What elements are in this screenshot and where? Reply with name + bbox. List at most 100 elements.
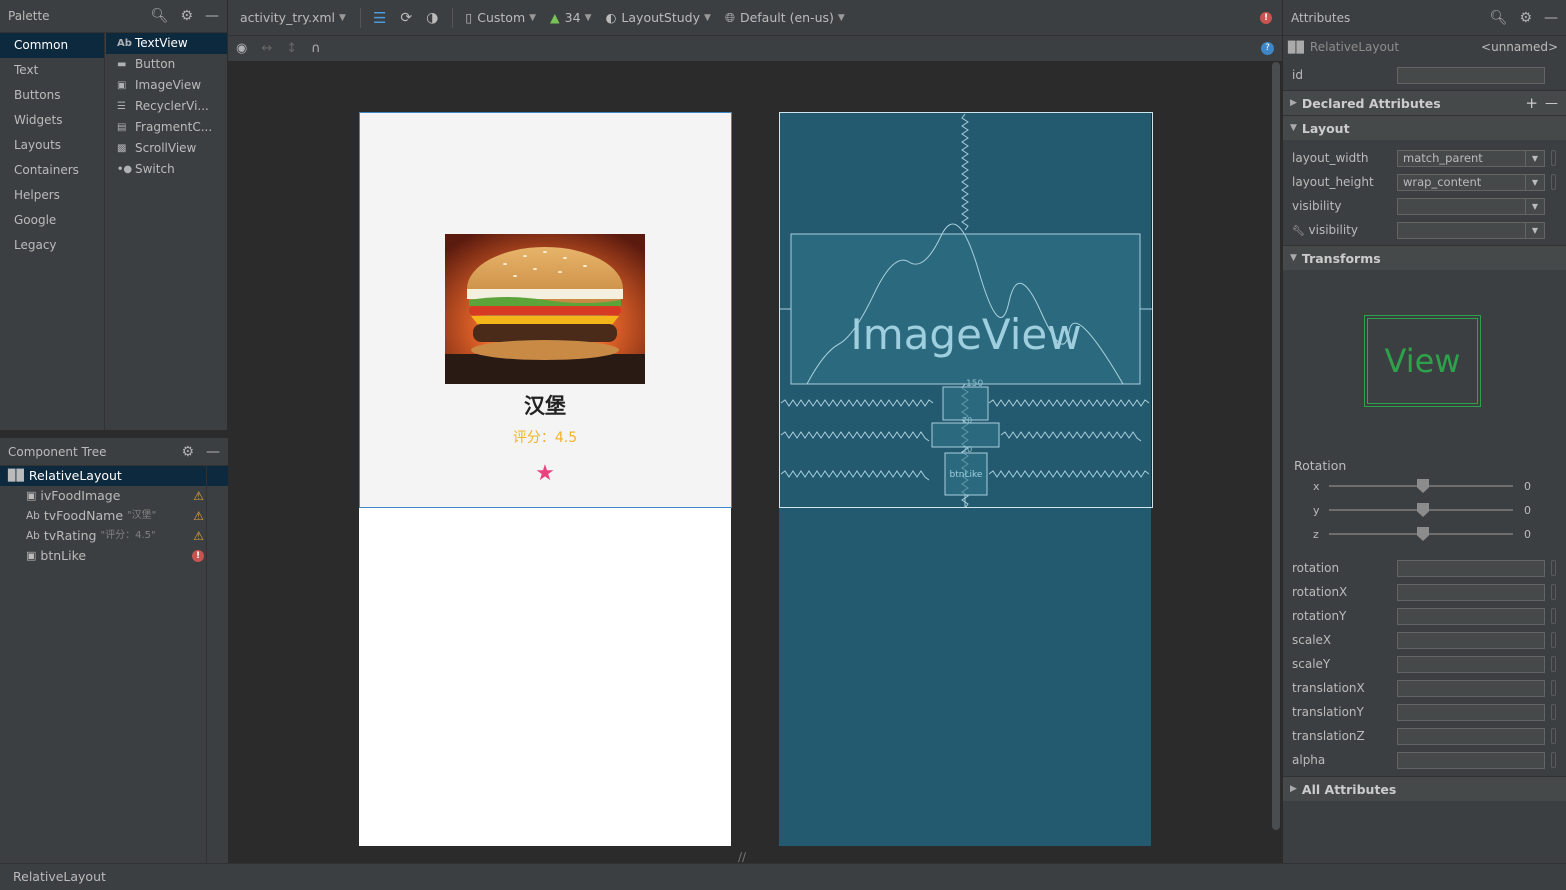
- attributes-title: Attributes: [1291, 10, 1351, 25]
- rotation-x-slider[interactable]: x 0: [1283, 474, 1566, 498]
- tree-row-tvrating[interactable]: Ab tvRating "评分：4.5" ⚠: [0, 526, 228, 546]
- scalex-field[interactable]: [1397, 631, 1545, 649]
- food-name-text[interactable]: 汉堡: [359, 390, 731, 420]
- palette-item-label: ImageView: [135, 78, 202, 92]
- category-widgets[interactable]: Widgets: [0, 108, 104, 133]
- horizontal-resize-icon[interactable]: ↔: [261, 41, 272, 56]
- category-buttons[interactable]: Buttons: [0, 83, 104, 108]
- warning-icon[interactable]: ⚠: [193, 526, 204, 546]
- palette-item-fragmentcontainer[interactable]: ▤ FragmentC...: [106, 117, 227, 138]
- gear-icon[interactable]: ⚙: [1519, 10, 1532, 26]
- attr-row-scaley: scaleY: [1283, 652, 1566, 676]
- tree-row-tvfoodname[interactable]: Ab tvFoodName "汉堡" ⚠: [0, 506, 228, 526]
- remove-icon[interactable]: —: [1545, 96, 1558, 111]
- rating-text[interactable]: 评分：4.5: [359, 427, 731, 447]
- category-common[interactable]: Common: [0, 33, 104, 58]
- search-icon[interactable]: 🔍︎: [1490, 10, 1508, 26]
- visibility-dropdown[interactable]: ▼: [1397, 197, 1545, 215]
- rotation-z-slider[interactable]: z 0: [1283, 522, 1566, 546]
- category-helpers[interactable]: Helpers: [0, 183, 104, 208]
- canvas-scrollbar[interactable]: [1272, 62, 1280, 830]
- add-icon[interactable]: +: [1525, 94, 1538, 112]
- slider-thumb[interactable]: [1417, 527, 1429, 541]
- error-icon[interactable]: !: [1260, 12, 1272, 24]
- section-layout[interactable]: ▼ Layout: [1283, 115, 1566, 140]
- pin-icon[interactable]: [1551, 560, 1556, 576]
- translationy-field[interactable]: [1397, 703, 1545, 721]
- category-legacy[interactable]: Legacy: [0, 233, 104, 258]
- palette-item-textview[interactable]: Ab TextView: [106, 33, 227, 54]
- minimize-icon[interactable]: —: [1544, 10, 1558, 26]
- palette-item-button[interactable]: ▬ Button: [106, 54, 227, 75]
- pin-icon[interactable]: [1551, 584, 1556, 600]
- category-layouts[interactable]: Layouts: [0, 133, 104, 158]
- eye-icon[interactable]: ◉: [236, 41, 247, 56]
- layout-width-dropdown[interactable]: match_parent ▼: [1397, 149, 1545, 167]
- tree-row-label: btnLike: [40, 548, 87, 563]
- minimize-icon[interactable]: —: [206, 444, 220, 460]
- scaley-field[interactable]: [1397, 655, 1545, 673]
- attr-label: rotationY: [1292, 609, 1347, 623]
- star-icon[interactable]: ★: [533, 461, 557, 486]
- slider-thumb[interactable]: [1417, 479, 1429, 493]
- pin-icon[interactable]: [1551, 656, 1556, 672]
- tree-row-ivfoodimage[interactable]: ▣ ivFoodImage ⚠: [0, 486, 228, 506]
- pin-icon[interactable]: [1551, 608, 1556, 624]
- rotation-y-slider[interactable]: y 0: [1283, 498, 1566, 522]
- dropdown-value: match_parent: [1403, 150, 1483, 165]
- theme-selector[interactable]: ◐ LayoutStudy ▼: [606, 10, 711, 25]
- pin-icon[interactable]: [1551, 150, 1556, 166]
- tree-row-btnlike[interactable]: ▣ btnLike !: [0, 546, 228, 566]
- tree-row-root[interactable]: ▉▉ RelativeLayout: [0, 466, 228, 486]
- section-transforms[interactable]: ▼ Transforms: [1283, 245, 1566, 270]
- pin-icon[interactable]: [1551, 752, 1556, 768]
- pin-icon[interactable]: [1551, 704, 1556, 720]
- api-selector[interactable]: ▲ 34 ▼: [550, 10, 591, 25]
- gear-icon[interactable]: ⚙: [181, 444, 194, 460]
- orientation-icon[interactable]: ⟳: [400, 10, 412, 26]
- palette-items: Ab TextView ▬ Button ▣ ImageView ☰ Recyc…: [106, 33, 227, 430]
- resize-handle-icon[interactable]: ∕∕: [738, 850, 746, 864]
- warning-icon[interactable]: ⚠: [193, 486, 204, 506]
- view-preview-box: View: [1364, 315, 1481, 407]
- pin-icon[interactable]: [1551, 174, 1556, 190]
- id-field[interactable]: [1397, 66, 1545, 84]
- device-selector[interactable]: ▯ Custom ▼: [465, 10, 536, 25]
- layers-icon[interactable]: ☰: [373, 9, 386, 27]
- magnet-icon[interactable]: ∩: [311, 41, 321, 56]
- section-all-attributes[interactable]: ▶ All Attributes: [1283, 776, 1566, 801]
- translationz-field[interactable]: [1397, 727, 1545, 745]
- locale-selector[interactable]: 🌐︎ Default (en-us) ▼: [725, 10, 845, 26]
- palette-item-recyclerview[interactable]: ☰ RecyclerVi...: [106, 96, 227, 117]
- layout-height-dropdown[interactable]: wrap_content ▼: [1397, 173, 1545, 191]
- pin-icon[interactable]: [1551, 728, 1556, 744]
- vertical-resize-icon[interactable]: ↕: [286, 41, 297, 56]
- tools-visibility-dropdown[interactable]: ▼: [1397, 221, 1545, 239]
- gear-icon[interactable]: ⚙: [180, 8, 193, 24]
- food-image[interactable]: [445, 234, 645, 384]
- minimize-icon[interactable]: —: [205, 8, 219, 24]
- file-selector[interactable]: activity_try.xml ▼: [240, 10, 346, 25]
- alpha-field[interactable]: [1397, 751, 1545, 769]
- search-icon[interactable]: 🔍︎: [151, 8, 169, 24]
- rotationy-field[interactable]: [1397, 607, 1545, 625]
- translationx-field[interactable]: [1397, 679, 1545, 697]
- warning-icon[interactable]: ⚠: [193, 506, 204, 526]
- attr-label: translationY: [1292, 705, 1364, 719]
- error-icon[interactable]: !: [192, 550, 204, 562]
- help-icon[interactable]: ?: [1261, 42, 1274, 55]
- palette-item-switch[interactable]: •● Switch: [106, 159, 227, 180]
- category-text[interactable]: Text: [0, 58, 104, 83]
- category-google[interactable]: Google: [0, 208, 104, 233]
- palette-item-imageview[interactable]: ▣ ImageView: [106, 75, 227, 96]
- pin-icon[interactable]: [1551, 680, 1556, 696]
- rotationx-field[interactable]: [1397, 583, 1545, 601]
- section-declared-attributes[interactable]: ▶ Declared Attributes + —: [1283, 90, 1566, 115]
- night-mode-icon[interactable]: ◑: [426, 10, 438, 26]
- palette-item-scrollview[interactable]: ▩ ScrollView: [106, 138, 227, 159]
- rotation-field[interactable]: [1397, 559, 1545, 577]
- category-containers[interactable]: Containers: [0, 158, 104, 183]
- android-icon: ▲: [550, 10, 560, 25]
- pin-icon[interactable]: [1551, 632, 1556, 648]
- slider-thumb[interactable]: [1417, 503, 1429, 517]
